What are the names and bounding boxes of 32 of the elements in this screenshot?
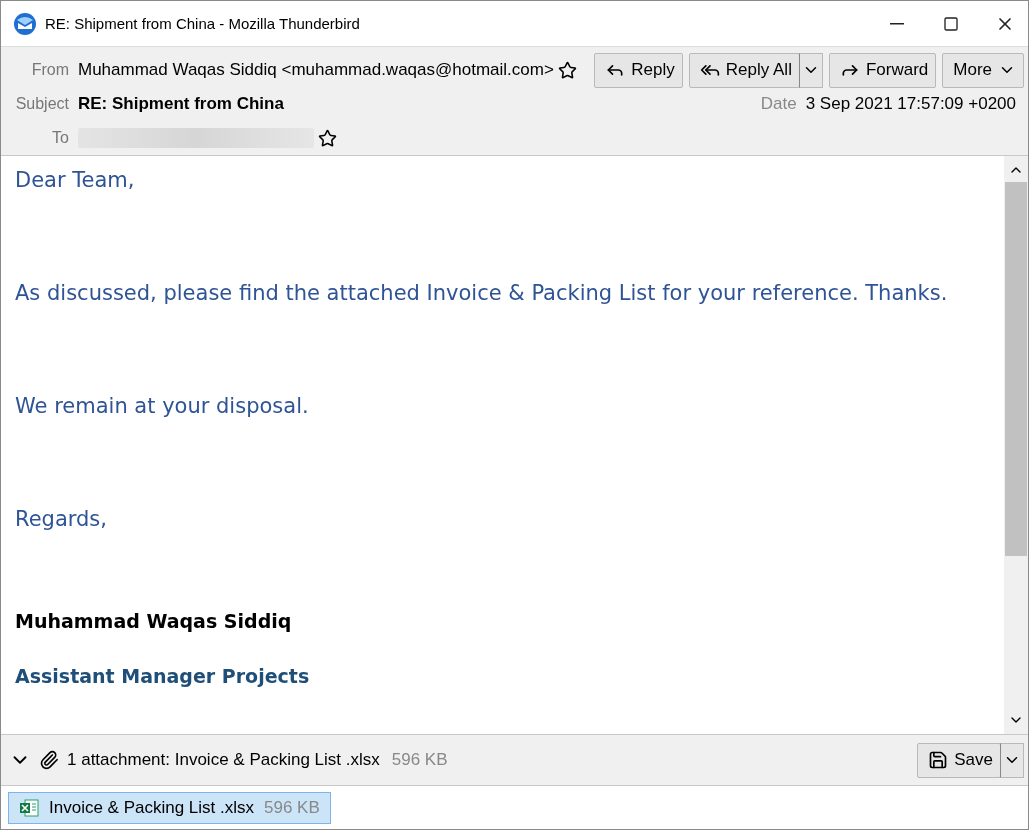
more-button[interactable]: More (942, 52, 1024, 88)
dropdown-button[interactable] (798, 52, 823, 88)
field-label: Subject (14, 95, 70, 113)
sender[interactable]: Muhammad Waqas Siddiq <muhammad.waqas@hotmail.com> (78, 60, 554, 80)
reply-button[interactable]: Reply (594, 52, 683, 88)
date: 3 Sep 2021 17:57:09 +0200 (805, 94, 1016, 114)
window-title: RE: Shipment from China - Mozilla Thunderbird (45, 15, 361, 32)
paperclip-icon (39, 750, 59, 770)
save-button[interactable]: Save (917, 742, 1001, 778)
app-logo-icon (13, 11, 37, 36)
forward-button[interactable]: Forward (828, 52, 937, 88)
signature-title: Assistant Manager Projects (15, 665, 311, 687)
star-icon[interactable] (318, 128, 337, 148)
maximize-icon (943, 15, 959, 32)
spreadsheet-file-icon (19, 797, 39, 818)
attachment-item[interactable]: Invoice & Packing List .xlsx 596 KB (8, 791, 331, 824)
field-label: Date (760, 94, 797, 114)
message-paragraph: As discussed, please find the attached Invoice & Packing List for your reference. Thanks. (15, 281, 949, 307)
minimize-icon (890, 22, 904, 25)
reply-all-button[interactable]: Reply All (688, 52, 800, 88)
message-paragraph: We remain at your disposal. (15, 394, 310, 420)
star-icon[interactable] (557, 60, 577, 80)
field-label: To (51, 129, 70, 147)
message-paragraph: Regards, (15, 507, 108, 533)
attachment-summary[interactable]: 1 attachment: Invoice & Packing List .xlsx (67, 750, 380, 770)
attachment-size: 596 KB (391, 750, 449, 770)
scrollbar-thumb[interactable] (1005, 182, 1027, 556)
subject: RE: Shipment from China (78, 94, 284, 114)
dropdown-button[interactable] (1000, 742, 1024, 778)
signature-name: Muhammad Waqas Siddiq (15, 610, 293, 634)
message-paragraph: Dear Team, (15, 168, 136, 194)
field-label: From (30, 61, 70, 79)
